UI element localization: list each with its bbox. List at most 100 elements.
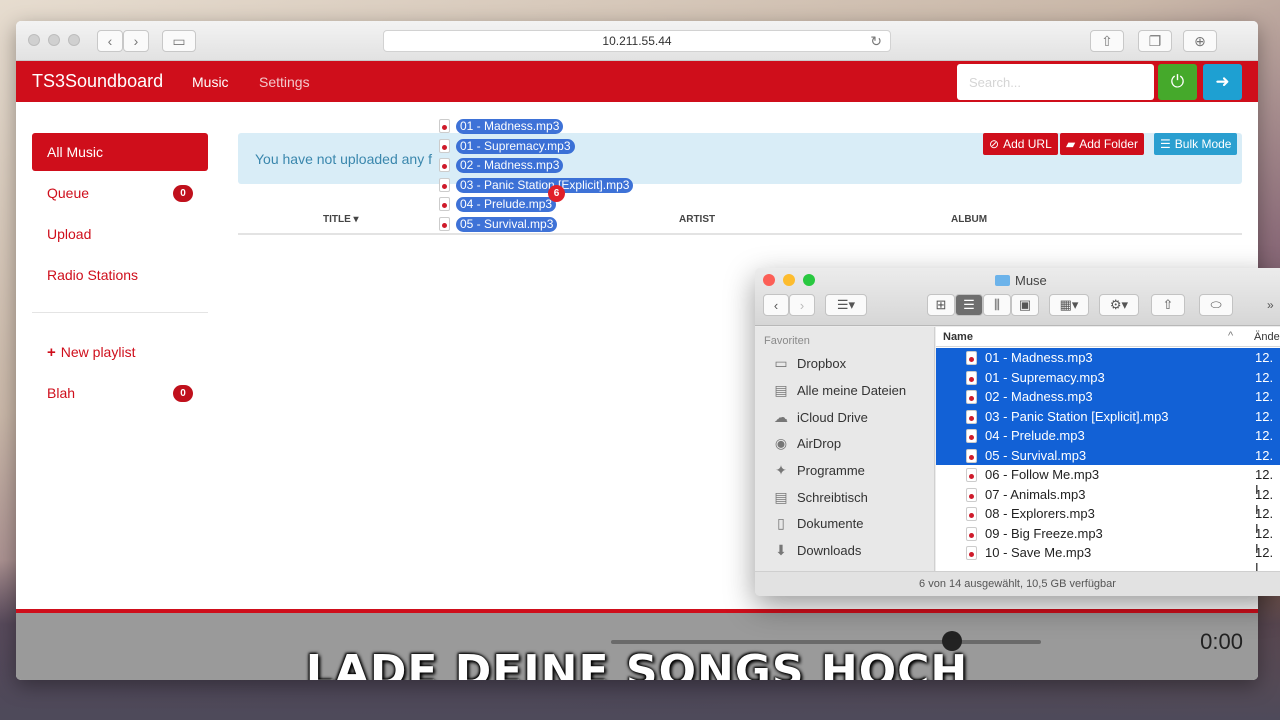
finder-back-icon[interactable]: ‹ xyxy=(763,294,789,316)
sidebar-item-label: Radio Stations xyxy=(47,267,139,283)
file-row[interactable]: 04 - Prelude.mp312. I xyxy=(936,426,1280,458)
nav-settings[interactable]: Settings xyxy=(259,74,310,90)
logout-button[interactable]: ➜ xyxy=(1203,64,1242,100)
drag-file-label: 03 - Panic Station [Explicit].mp3 xyxy=(456,177,634,193)
list-icon: ☰ xyxy=(1160,137,1171,151)
list-view-icon[interactable]: ☰ xyxy=(955,294,983,316)
finder-sidebar-item-airdrop[interactable]: ◉ AirDrop xyxy=(771,433,841,453)
audio-file-icon xyxy=(439,197,450,211)
bulk-mode-button[interactable]: ☰ Bulk Mode xyxy=(1154,133,1238,155)
sidebar-item-new-playlist[interactable]: + New playlist xyxy=(32,333,208,371)
reload-icon[interactable]: ↻ xyxy=(870,33,882,50)
downloads-icon[interactable]: ⊕ xyxy=(1183,30,1217,52)
sidebar-toggle-icon[interactable]: ▭ xyxy=(162,30,196,52)
window-minimize-button[interactable] xyxy=(48,34,60,46)
drag-file-item: 03 - Panic Station [Explicit].mp3 xyxy=(439,177,634,193)
folder-icon xyxy=(995,275,1010,286)
video-subtitle: LADE DEINE SONGS HOCH xyxy=(305,646,969,680)
finder-sidebar-item-downloads[interactable]: ⬇ Downloads xyxy=(771,540,861,560)
audio-file-icon xyxy=(966,546,977,560)
drag-count-badge: 6 xyxy=(548,185,565,202)
finder-sidebar-item-documents[interactable]: ▯ Dokumente xyxy=(771,513,863,533)
finder-sidebar-item-programme[interactable]: ✦ Programme xyxy=(771,460,865,480)
bulk-mode-label: Bulk Mode xyxy=(1174,137,1232,151)
power-button[interactable]: ⏻ xyxy=(1158,64,1197,100)
finder-minimize-button[interactable] xyxy=(783,274,795,286)
add-folder-button[interactable]: ▰ Add Folder xyxy=(1060,133,1144,155)
file-name: 06 - Follow Me.mp3 xyxy=(985,467,1100,482)
share-icon[interactable]: ⇧ xyxy=(1151,294,1185,316)
column-header-name[interactable]: Name xyxy=(943,331,973,343)
sidebar-item-label: Programme xyxy=(797,462,865,478)
window-close-button[interactable] xyxy=(28,34,40,46)
file-row[interactable]: 03 - Panic Station [Explicit].mp312. I xyxy=(936,406,1280,439)
share-icon[interactable]: ⇧ xyxy=(1090,30,1124,52)
nav-music[interactable]: Music xyxy=(192,74,229,90)
sidebar-item-label: All Music xyxy=(47,144,104,160)
tabs-icon[interactable]: ❐ xyxy=(1138,30,1172,52)
sidebar-item-blah[interactable]: Blah 0 xyxy=(32,374,208,412)
sidebar-item-upload[interactable]: Upload xyxy=(32,215,208,253)
brand-logo[interactable]: TS3Soundboard xyxy=(32,71,163,92)
file-row[interactable]: 05 - Survival.mp3 12. I xyxy=(936,445,1280,478)
finder-sidebar-item-all-files[interactable]: ▤ Alle meine Dateien xyxy=(771,380,906,400)
drag-file-label: 05 - Survival.mp3 xyxy=(456,216,558,232)
documents-icon: ▯ xyxy=(777,514,785,531)
drag-file-label: 02 - Madness.mp3 xyxy=(456,157,564,173)
audio-file-icon xyxy=(966,487,977,502)
sidebar-item-queue[interactable]: Queue 0 xyxy=(32,174,208,212)
search-input[interactable] xyxy=(957,64,1154,100)
window-zoom-button[interactable] xyxy=(68,34,80,46)
add-folder-label: Add Folder xyxy=(1079,137,1138,151)
drag-file-item: 02 - Madness.mp3 xyxy=(439,157,564,173)
desktop-icon: ▤ xyxy=(774,488,788,505)
forward-icon[interactable]: › xyxy=(123,30,149,52)
arrange-icon[interactable]: ▦▾ xyxy=(1049,294,1089,316)
finder-close-button[interactable] xyxy=(763,274,775,286)
finder-sidebar-item-desktop[interactable]: ▤ Schreibtisch xyxy=(771,487,867,507)
all-files-icon: ▤ xyxy=(774,381,788,398)
sidebar-item-label: iCloud Drive xyxy=(797,409,868,425)
add-url-button[interactable]: ⊘ Add URL xyxy=(983,133,1058,155)
file-row[interactable]: 01 - Madness.mp312. I xyxy=(936,348,1280,380)
finder-zoom-button[interactable] xyxy=(803,274,815,286)
favorites-header: Favoriten xyxy=(764,335,810,347)
file-row[interactable]: 09 - Big Freeze.mp3 12. I xyxy=(936,524,1280,556)
cloud-icon: ☁ xyxy=(774,408,788,425)
sidebar-item-label: New playlist xyxy=(60,344,136,360)
finder-status-bar: 6 von 14 ausgewählt, 10,5 GB verfügbar xyxy=(755,571,1280,596)
file-row[interactable]: 08 - Explorers.mp3 12. I xyxy=(936,504,1280,536)
file-row[interactable]: 02 - Madness.mp312. I xyxy=(936,387,1280,419)
logout-icon: ➜ xyxy=(1215,72,1230,91)
coverflow-view-icon[interactable]: ▣ xyxy=(1011,294,1039,316)
progress-track[interactable] xyxy=(611,640,1041,644)
column-header-album[interactable]: ALBUM xyxy=(951,214,987,225)
address-bar[interactable]: 10.211.55.44 ↻ xyxy=(383,30,891,52)
column-header-date[interactable]: Ände xyxy=(1254,331,1280,343)
sidebar-item-radio-stations[interactable]: Radio Stations xyxy=(32,256,208,294)
finder-sidebar-item-icloud[interactable]: ☁ iCloud Drive xyxy=(771,407,868,427)
path-icon[interactable]: ☰▾ xyxy=(825,294,867,316)
column-header-title[interactable]: TITLE ▾ xyxy=(323,214,359,225)
column-header-artist[interactable]: ARTIST xyxy=(679,214,715,225)
tag-icon[interactable]: ⬭ xyxy=(1199,294,1233,316)
file-row[interactable]: 01 - Supremacy.mp312. I xyxy=(936,367,1280,400)
file-row[interactable]: 06 - Follow Me.mp3 12. I xyxy=(936,465,1280,497)
file-name: 01 - Madness.mp3 xyxy=(985,350,1093,365)
file-row[interactable]: 10 - Save Me.mp3 12. I xyxy=(936,543,1280,575)
icon-view-icon[interactable]: ⊞ xyxy=(927,294,955,316)
folder-icon: ▰ xyxy=(1066,137,1076,151)
more-icon[interactable]: » xyxy=(1267,298,1274,312)
drag-file-item: 05 - Survival.mp3 xyxy=(439,216,558,232)
file-name: 05 - Survival.mp3 xyxy=(985,447,1087,463)
file-row[interactable]: 07 - Animals.mp3 12. I xyxy=(936,485,1280,517)
audio-file-icon xyxy=(966,507,977,521)
audio-file-icon xyxy=(966,390,977,404)
audio-file-icon xyxy=(966,429,977,443)
sidebar-item-all-music[interactable]: All Music xyxy=(32,133,208,171)
finder-sidebar-item-dropbox[interactable]: ▭ Dropbox xyxy=(771,353,846,373)
finder-forward-icon[interactable]: › xyxy=(789,294,815,316)
gear-icon[interactable]: ⚙▾ xyxy=(1099,294,1139,316)
back-icon[interactable]: ‹ xyxy=(97,30,123,52)
column-view-icon[interactable]: ⫼ xyxy=(983,294,1011,316)
